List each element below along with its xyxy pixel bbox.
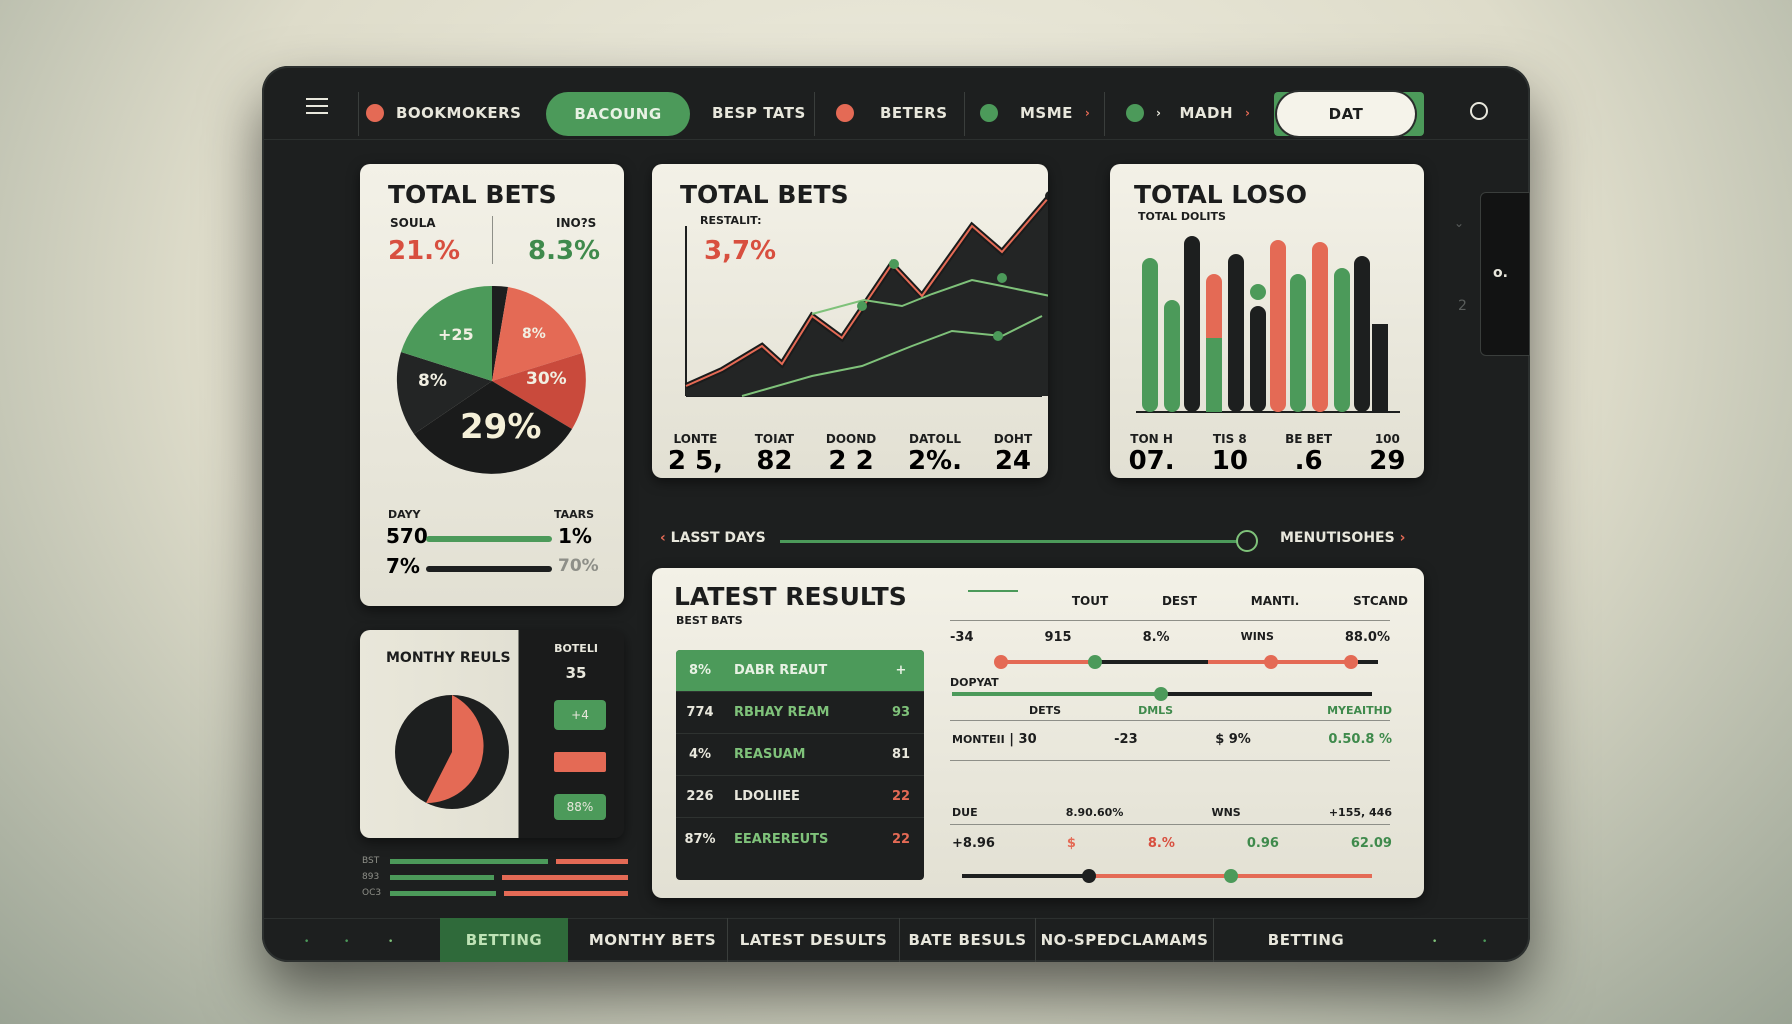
- tab-no-spedclamams[interactable]: NO-SPEDCLAMAMS: [1036, 918, 1214, 962]
- nav-item-beters[interactable]: BETERS: [836, 96, 948, 130]
- tab-bate-besuls[interactable]: BATE BESULS: [900, 918, 1036, 962]
- monthly-pie-chart: [395, 695, 509, 809]
- bar: [1250, 306, 1266, 412]
- slider-handle[interactable]: [1236, 530, 1258, 552]
- total-bets-line-card: TOTAL BETS RESTALIT: 3,7% LONTE 2 5, TOIA…: [652, 164, 1048, 478]
- range-track[interactable]: [962, 869, 1372, 883]
- tab-betting-2[interactable]: BETTING: [1224, 918, 1388, 962]
- table-row[interactable]: 226 LDOLIIEE 22: [676, 776, 924, 818]
- results-row: MONTEII | 30 -23 $ 9% 0.50.8 %: [952, 732, 1392, 747]
- slider-handle[interactable]: [1224, 869, 1238, 883]
- data-point: [1250, 284, 1266, 300]
- bar: [1290, 274, 1306, 412]
- line-stats: LONTE 2 5, TOIAT 82 DOOND 2 2 DATOLL 2%. DOH…: [667, 432, 1033, 476]
- slider-handle[interactable]: [1344, 655, 1358, 669]
- slider-handle[interactable]: [1088, 655, 1102, 669]
- progress-bar: [426, 536, 552, 542]
- table-row[interactable]: 4% REASUAM 81: [676, 734, 924, 776]
- nav-item-madh[interactable]: › MADH ›: [1126, 96, 1250, 130]
- results-row: DUE 8.90.60% WNS +155, 446: [952, 806, 1392, 819]
- bar-stats: TON H 07. TIS 8 10 BE BET .6 100 29: [1128, 432, 1406, 476]
- total-loso-bar-card: TOTAL LOSO TOTAL DOLITS TON H 07. TIS 8 10…: [1110, 164, 1424, 478]
- status-dot-icon: [1126, 104, 1144, 122]
- pie-chart: +25 8% 8% 30% 29%: [396, 285, 586, 474]
- date-range-slider[interactable]: [780, 540, 1244, 543]
- data-point: [889, 259, 899, 269]
- bar: [1184, 236, 1200, 412]
- top-navigation: BOOKMOKERS BACOUNG BESP TATS BETERS MSME…: [262, 66, 1530, 140]
- pie-label: 8%: [522, 326, 546, 342]
- data-point: [997, 273, 1007, 283]
- status-dot-icon: [836, 104, 854, 122]
- nav-item-bacoung[interactable]: BACOUNG: [546, 92, 690, 136]
- pie-label: +25: [438, 325, 474, 344]
- chevron-left-icon: ‹: [660, 530, 671, 546]
- results-row: -34 915 8.% WINS 88.0%: [950, 630, 1390, 645]
- chevron-right-icon: ›: [1084, 106, 1091, 120]
- settings-icon[interactable]: [1470, 102, 1488, 120]
- chevron-right-icon: ›: [1399, 530, 1406, 546]
- status-dot-icon: [366, 104, 384, 122]
- bar: [1372, 324, 1388, 412]
- pie-label: 8%: [418, 371, 447, 391]
- bar: [1228, 254, 1244, 412]
- side-item[interactable]: 88%: [554, 794, 606, 820]
- menu-icon[interactable]: [306, 98, 328, 114]
- mini-bars: BST 893 OC3: [362, 856, 632, 898]
- bar: [1312, 242, 1328, 412]
- side-panel-handle[interactable]: o.: [1480, 192, 1530, 356]
- bar: [1164, 300, 1180, 412]
- search-input[interactable]: DAT: [1277, 92, 1415, 136]
- tab-betting[interactable]: BETTING: [440, 918, 568, 962]
- bar: [1206, 338, 1222, 412]
- chevron-right-icon: ›: [1156, 106, 1162, 120]
- range-track[interactable]: [994, 655, 1378, 669]
- nav-item-besp-tats[interactable]: BESP TATS: [712, 96, 806, 130]
- tab-monthy-bets[interactable]: MONTHY BETS: [578, 918, 728, 962]
- chevron-right-icon: ›: [1245, 106, 1251, 120]
- pie-label: 29%: [460, 407, 541, 447]
- results-header: TOUT DEST MANTI. STCAND: [968, 590, 1408, 608]
- page-indicator: 2: [1458, 298, 1467, 314]
- dashboard-frame: BOOKMOKERS BACOUNG BESP TATS BETERS MSME…: [262, 66, 1530, 962]
- bar: [1334, 268, 1350, 412]
- side-item[interactable]: +4: [554, 700, 606, 730]
- latest-results-card: LATEST RESULTS BEST BATS 8% DABR REAUT +…: [652, 568, 1424, 898]
- best-bets-table: 8% DABR REAUT + 774 RBHAY REAM 93 4% REA…: [676, 650, 924, 880]
- bar: [1142, 258, 1158, 412]
- slider-handle[interactable]: [994, 655, 1008, 669]
- line-chart: [684, 191, 1048, 397]
- table-row[interactable]: 8% DABR REAUT +: [676, 650, 924, 692]
- progress-bar: [426, 566, 552, 572]
- slider-left-label: ‹ LASST DAYS: [660, 530, 766, 546]
- bar: [1270, 240, 1286, 412]
- monthly-results-card: MONTHY REULS BOTELI 35 +4 88%: [360, 630, 624, 838]
- status-dot-icon: [980, 104, 998, 122]
- slider-right-label[interactable]: MENUTISOHES ›: [1280, 530, 1405, 546]
- tab-latest-desults[interactable]: LATEST DESULTS: [728, 918, 900, 962]
- results-row: DETS DMLS MYEAITHD: [1029, 704, 1392, 717]
- slider-handle[interactable]: [1154, 687, 1168, 701]
- nav-item-msme[interactable]: MSME ›: [980, 96, 1090, 130]
- results-row: +8.96 $ 8.% 0.96 62.09: [952, 836, 1392, 851]
- table-row[interactable]: 87% EEAREREUTS 22: [676, 818, 924, 860]
- bar: [1354, 256, 1370, 412]
- slider-handle[interactable]: [1082, 869, 1096, 883]
- range-track[interactable]: [952, 687, 1372, 701]
- chevron-down-icon: ⌄: [1454, 216, 1465, 230]
- pie-label: 30%: [526, 369, 567, 389]
- data-point: [993, 331, 1003, 341]
- side-item[interactable]: [554, 752, 606, 772]
- nav-item-bookmakers[interactable]: BOOKMOKERS: [366, 96, 521, 130]
- total-bets-pie-card: TOTAL BETS SOULA INO?S 21.% 8.3% +25 8% …: [360, 164, 624, 606]
- table-row[interactable]: 774 RBHAY REAM 93: [676, 692, 924, 734]
- dot-icon: o.: [1493, 265, 1508, 281]
- data-point: [857, 301, 867, 311]
- slider-handle[interactable]: [1264, 655, 1278, 669]
- bar-chart: [1136, 236, 1400, 413]
